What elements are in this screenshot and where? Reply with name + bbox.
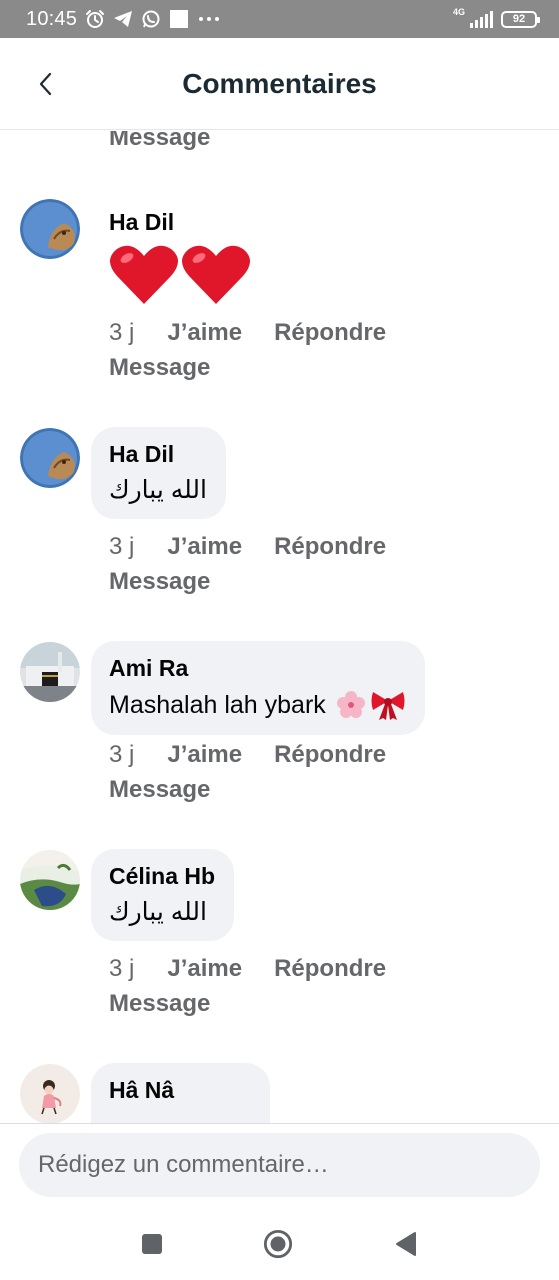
comments-list[interactable]: Message Ha Dil 3 j J’aime Répondre Messa… [0,131,559,1123]
system-navigation-bar [0,1215,559,1280]
more-dots-icon [199,17,220,21]
battery-level: 92 [512,13,526,25]
comment-author[interactable]: Ha Dil [109,441,207,468]
comment-bubble[interactable]: Ha Dil الله يبارك [91,427,226,519]
like-button[interactable]: J’aime [167,955,242,983]
home-button[interactable] [263,1229,293,1259]
message-link[interactable]: Message [109,568,210,596]
comment-input[interactable] [19,1133,540,1197]
cherry-blossom-icon [336,691,365,718]
system-back-button[interactable] [391,1229,421,1259]
comment-timestamp: 3 j [109,319,135,346]
comment-bubble[interactable]: Ami Ra Mashalah lah ybark [91,641,425,735]
whatsapp-icon [142,10,160,28]
message-link[interactable]: Message [109,776,210,804]
recents-button[interactable] [137,1229,167,1259]
comment-bubble[interactable]: Célina Hb الله يبارك [91,849,235,941]
status-notification-icons [85,9,221,29]
telegram-icon [114,11,133,27]
comment-author[interactable]: Ha Dil [109,209,251,236]
back-button[interactable] [32,70,58,98]
comment-author[interactable]: Célina Hb [109,863,215,890]
comment-emoji-content [109,242,251,306]
comment-author[interactable]: Hâ Nâ [109,1077,251,1104]
status-time: 10:45 [26,7,78,30]
comment-actions: 3 j J’aime Répondre [109,533,386,561]
comment-timestamp: 3 j [109,955,135,982]
ribbon-icon [371,692,405,720]
reply-button[interactable]: Répondre [274,533,386,561]
reply-button[interactable]: Répondre [274,741,386,769]
page-header: Commentaires [0,38,559,130]
comment-actions: 3 j J’aime Répondre [109,741,386,769]
signal-icon: 4G [453,7,493,29]
comment-timestamp: 3 j [109,741,135,768]
avatar[interactable] [20,850,80,910]
message-link[interactable]: Message [109,354,210,382]
circle-icon [263,1229,293,1259]
like-button[interactable]: J’aime [167,741,242,769]
comment-text-row: Mashalah lah ybark [109,689,406,721]
red-heart-icon [110,245,178,304]
comment-text: Mashalah lah ybark [109,690,326,719]
network-type: 4G [453,7,466,17]
battery-icon: 92 [501,10,540,28]
comment-text: الله يبارك [109,476,207,504]
avatar[interactable] [20,1064,80,1123]
triangle-back-icon [396,1232,416,1256]
comment-bubble[interactable]: Hâ Nâ [91,1063,270,1123]
reply-button[interactable]: Répondre [274,955,386,983]
reply-button[interactable]: Répondre [274,319,386,347]
blank-square-icon [170,10,189,28]
comment-content: Ha Dil [109,209,251,306]
comment-text: الله يبارك [109,898,207,926]
avatar[interactable] [20,199,80,259]
comment-actions: 3 j J’aime Répondre [109,319,386,347]
like-button[interactable]: J’aime [167,533,242,561]
avatar[interactable] [20,642,80,702]
chevron-left-icon [39,72,52,96]
message-link[interactable]: Message [109,131,210,152]
status-bar: 10:45 4G 92 [0,0,559,38]
red-heart-icon [182,245,250,304]
alarm-icon [86,10,105,28]
comment-timestamp: 3 j [109,533,135,560]
comment-author[interactable]: Ami Ra [109,655,406,682]
avatar[interactable] [20,428,80,488]
comment-composer [0,1123,559,1215]
like-button[interactable]: J’aime [167,319,242,347]
page-title: Commentaires [182,67,377,99]
square-icon [142,1234,162,1254]
message-link[interactable]: Message [109,990,210,1018]
comment-actions: 3 j J’aime Répondre [109,955,386,983]
